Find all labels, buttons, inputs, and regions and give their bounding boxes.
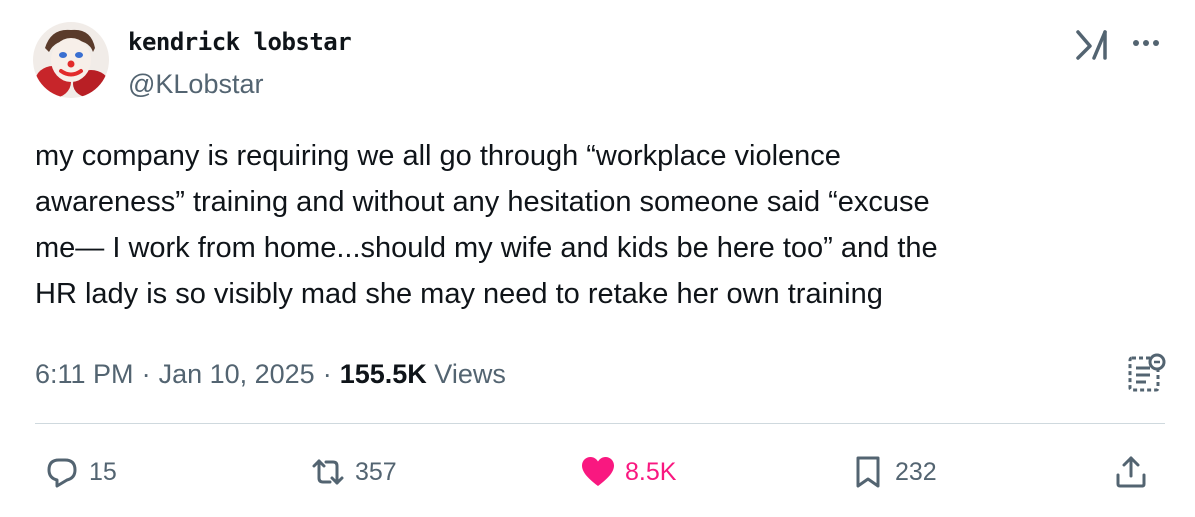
share-icon: [1116, 456, 1146, 488]
grok-icon[interactable]: [1075, 28, 1113, 60]
heart-icon: [582, 457, 614, 486]
tweet-time[interactable]: 6:11 PM: [35, 359, 134, 389]
more-options-icon[interactable]: [1128, 28, 1164, 58]
display-name[interactable]: kendrick lobstar: [128, 26, 352, 58]
handle[interactable]: @KLobstar: [128, 66, 351, 102]
bookmark-count: 232: [895, 457, 937, 486]
views-count: 155.5K: [339, 359, 427, 389]
reply-count: 15: [89, 457, 117, 486]
reply-button[interactable]: 15: [44, 450, 117, 494]
clown-avatar-icon: [33, 22, 109, 98]
reply-icon: [47, 458, 77, 488]
tweet-meta: 6:11 PM · Jan 10, 2025 · 155.5K Views: [35, 354, 506, 394]
meta-separator: ·: [141, 359, 151, 389]
divider: [35, 423, 1165, 424]
grok-summary-icon[interactable]: [1126, 352, 1166, 394]
meta-separator: ·: [322, 359, 332, 389]
bookmark-button[interactable]: 232: [850, 450, 937, 494]
like-button[interactable]: 8.5K: [580, 450, 676, 494]
tweet-text: my company is requiring we all go throug…: [35, 140, 938, 310]
tweet-date[interactable]: Jan 10, 2025: [159, 359, 315, 389]
share-button[interactable]: [1113, 450, 1158, 494]
repost-button[interactable]: 357: [310, 450, 397, 494]
author-block[interactable]: kendrick lobstar @KLobstar: [128, 26, 352, 102]
views-label: Views: [434, 359, 506, 389]
like-count: 8.5K: [625, 457, 677, 486]
repost-icon: [312, 459, 344, 485]
repost-count: 357: [355, 457, 397, 486]
avatar[interactable]: [33, 22, 109, 98]
bookmark-icon: [856, 456, 880, 488]
